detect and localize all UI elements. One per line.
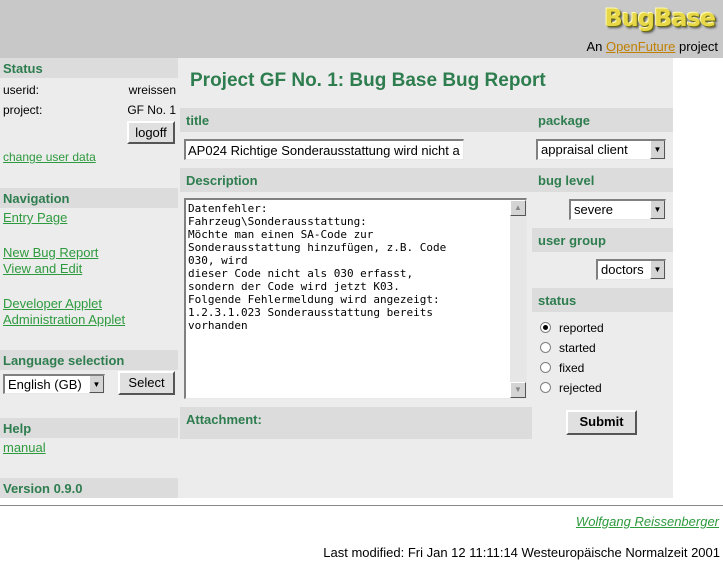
package-selected: appraisal client xyxy=(541,142,628,157)
author-link[interactable]: Wolfgang Reissenberger xyxy=(576,514,719,529)
page-title: Project GF No. 1: Bug Base Bug Report xyxy=(190,70,546,91)
radio-unchecked-icon[interactable] xyxy=(540,382,551,393)
description-text: Datenfehler: Fahrzeug\Sonderausstattung:… xyxy=(188,202,447,332)
tagline-suffix: project xyxy=(678,39,718,54)
entry-page-link[interactable]: Entry Page xyxy=(3,210,67,225)
scroll-up-icon[interactable]: ▲ xyxy=(510,200,526,216)
view-and-edit-link[interactable]: View and Edit xyxy=(3,261,82,276)
footer-divider xyxy=(0,505,723,506)
status-radio-started[interactable]: started xyxy=(540,341,596,357)
title-heading: title xyxy=(180,108,532,132)
status-radio-rejected[interactable]: rejected xyxy=(540,381,602,397)
select-language-button[interactable]: Select xyxy=(118,371,175,395)
package-heading: package xyxy=(532,108,673,132)
status-option-label: fixed xyxy=(559,361,585,375)
status-heading-main: status xyxy=(532,288,673,312)
chevron-down-icon: ▼ xyxy=(650,141,665,159)
change-user-data-link[interactable]: change user data xyxy=(3,150,96,164)
language-heading: Language selection xyxy=(0,350,178,370)
status-radio-reported[interactable]: reported xyxy=(540,321,604,337)
version-label: Version 0.9.0 xyxy=(0,478,178,498)
logoff-button[interactable]: logoff xyxy=(127,121,175,144)
help-heading: Help xyxy=(0,418,178,438)
status-option-label: started xyxy=(559,341,596,355)
manual-link[interactable]: manual xyxy=(3,440,46,455)
bugbase-logo: BugBase xyxy=(604,4,716,32)
chevron-down-icon: ▼ xyxy=(650,261,665,279)
user-group-select[interactable]: doctors ▼ xyxy=(596,259,666,280)
attachment-heading: Attachment: xyxy=(180,407,532,439)
submit-button[interactable]: Submit xyxy=(566,410,637,435)
project-value: GF No. 1 xyxy=(127,103,176,117)
description-scrollbar[interactable]: ▲ ▼ xyxy=(510,200,526,398)
status-option-label: reported xyxy=(559,321,604,335)
bug-level-selected: severe xyxy=(574,202,614,217)
new-bug-report-link[interactable]: New Bug Report xyxy=(3,245,98,260)
userid-row: userid: wreissen xyxy=(3,83,176,97)
page-header: BugBase An OpenFuture project xyxy=(0,0,723,58)
user-group-heading: user group xyxy=(532,228,673,252)
description-textarea[interactable]: Datenfehler: Fahrzeug\Sonderausstattung:… xyxy=(184,198,527,399)
chevron-down-icon: ▼ xyxy=(89,376,104,393)
radio-checked-icon[interactable] xyxy=(540,322,551,333)
user-group-selected: doctors xyxy=(601,262,644,277)
project-label: project: xyxy=(3,103,43,117)
openfuture-link[interactable]: OpenFuture xyxy=(606,39,675,54)
project-row: project: GF No. 1 xyxy=(3,103,176,117)
navigation-heading: Navigation xyxy=(0,188,178,208)
last-modified: Last modified: Fri Jan 12 11:11:14 Weste… xyxy=(323,545,720,560)
userid-value: wreissen xyxy=(128,83,176,97)
description-heading: Description xyxy=(180,168,532,192)
administration-applet-link[interactable]: Administration Applet xyxy=(3,312,125,327)
status-radio-fixed[interactable]: fixed xyxy=(540,361,584,377)
bug-level-select[interactable]: severe ▼ xyxy=(569,199,666,220)
status-heading: Status xyxy=(0,58,178,78)
userid-label: userid: xyxy=(3,83,40,97)
tagline: An OpenFuture project xyxy=(586,39,718,54)
scroll-down-icon[interactable]: ▼ xyxy=(510,382,526,398)
language-selected: English (GB) xyxy=(8,377,82,392)
bug-level-heading: bug level xyxy=(532,168,673,192)
sidebar: Status userid: wreissen project: GF No. … xyxy=(0,58,178,498)
right-margin xyxy=(673,58,723,498)
tagline-prefix: An xyxy=(586,39,603,54)
radio-unchecked-icon[interactable] xyxy=(540,342,551,353)
radio-unchecked-icon[interactable] xyxy=(540,362,551,373)
status-option-label: rejected xyxy=(559,381,602,395)
chevron-down-icon: ▼ xyxy=(650,201,665,219)
title-input[interactable]: AP024 Richtige Sonderausstattung wird ni… xyxy=(184,139,464,160)
package-select[interactable]: appraisal client ▼ xyxy=(536,139,666,160)
language-select[interactable]: English (GB) ▼ xyxy=(3,374,105,394)
developer-applet-link[interactable]: Developer Applet xyxy=(3,296,102,311)
